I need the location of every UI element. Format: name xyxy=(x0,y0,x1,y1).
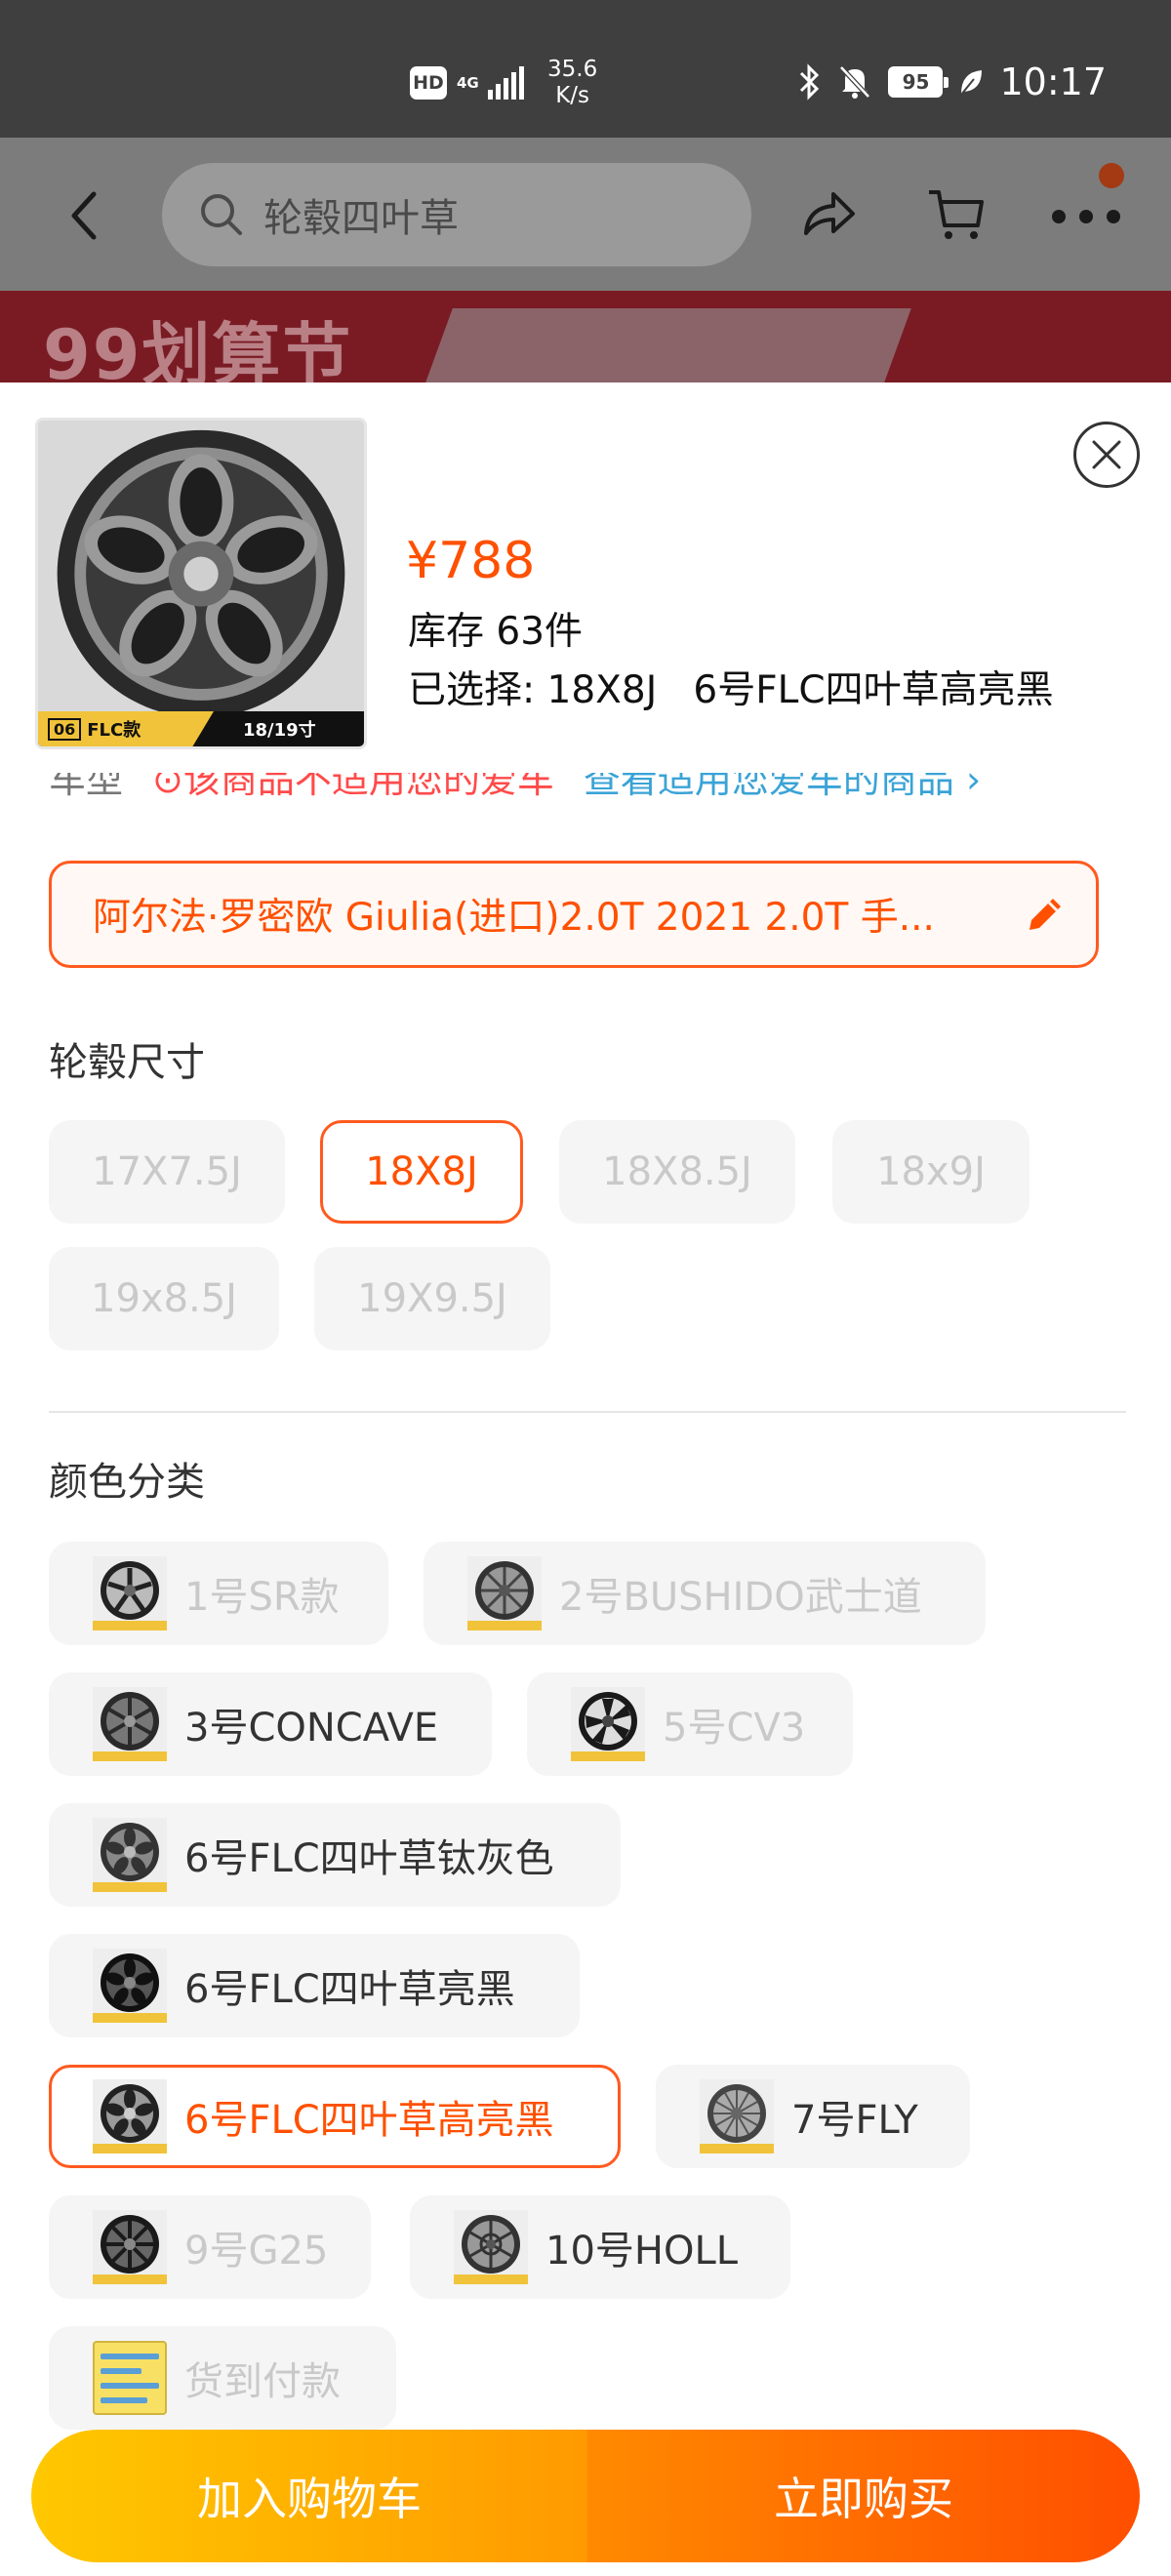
vehicle-selector[interactable]: 阿尔法·罗密欧 Giulia(进口)2.0T 2021 2.0T 手... xyxy=(49,861,1099,968)
thumbnail-tag: 06 xyxy=(48,717,82,741)
network-speed: 35.6 K/s xyxy=(547,57,597,109)
compatibility-label: 车型 xyxy=(49,773,124,801)
network-status: HD 4G 35.6 K/s xyxy=(410,57,597,109)
size-option-19x9.5j[interactable]: 19X9.5J xyxy=(314,1247,550,1350)
wheel-thumbnail-icon xyxy=(454,2210,528,2284)
cash-on-delivery-icon xyxy=(93,2341,167,2415)
compatible-products-link[interactable]: 查看适用您爱车的商品 › xyxy=(584,773,981,802)
network-speed-unit: K/s xyxy=(555,83,590,108)
color-option-label: 5号CV3 xyxy=(663,1706,806,1751)
wheel-thumbnail-icon xyxy=(93,2210,167,2284)
wheel-thumbnail-icon xyxy=(700,2079,774,2153)
color-option-label: 10号HOLL xyxy=(545,2229,739,2274)
color-option-9[interactable]: 9号G25 xyxy=(49,2195,371,2299)
search-bar[interactable]: 轮毂四叶草 xyxy=(162,163,751,266)
wheel-thumbnail-icon xyxy=(93,2079,167,2153)
network-speed-value: 35.6 xyxy=(547,57,598,82)
wheel-thumbnail-icon xyxy=(93,1687,167,1761)
color-option-2[interactable]: 2号BUSHIDO武士道 xyxy=(424,1542,986,1645)
bluetooth-icon xyxy=(800,63,820,101)
color-option-6-black[interactable]: 6号FLC四叶草亮黑 xyxy=(49,1934,580,2037)
status-bar: HD 4G 35.6 K/s 95 10:17 xyxy=(0,0,1171,138)
color-option-label: 1号SR款 xyxy=(184,1575,340,1620)
battery-icon: 95 xyxy=(888,66,949,98)
add-to-cart-button[interactable]: 加入购物车 xyxy=(31,2430,587,2562)
size-option-18x8j[interactable]: 18X8J xyxy=(320,1120,523,1224)
selected-sku: 已选择: 18X8J 6号FLC四叶草高亮黑 xyxy=(408,668,1054,712)
cart-icon[interactable] xyxy=(925,184,988,245)
thumbnail-caption: 06 FLC款 18/19寸 xyxy=(38,711,364,746)
close-button[interactable] xyxy=(1073,422,1140,488)
compatibility-row: 车型 ⊙该商品不适用您的爱车 查看适用您爱车的商品 › xyxy=(49,773,1171,802)
more-icon[interactable] xyxy=(1052,202,1120,231)
search-icon xyxy=(201,194,242,235)
notification-dot xyxy=(1099,163,1124,188)
product-thumbnail[interactable]: 06 FLC款 18/19寸 xyxy=(35,418,367,749)
color-option-7[interactable]: 7号FLY xyxy=(656,2065,970,2168)
color-option-label: 2号BUSHIDO武士道 xyxy=(559,1575,922,1620)
size-option-19x8.5j[interactable]: 19x8.5J xyxy=(49,1247,279,1350)
banner-decoration xyxy=(425,308,911,382)
clock: 10:17 xyxy=(999,60,1107,103)
color-option-label: 6号FLC四叶草钛灰色 xyxy=(184,1836,554,1881)
color-option-label: 7号FLY xyxy=(791,2098,918,2143)
color-option-label: 9号G25 xyxy=(184,2229,329,2274)
thumbnail-size: 18/19寸 xyxy=(243,720,316,741)
system-status: 95 10:17 xyxy=(798,60,1107,103)
network-type: 4G xyxy=(457,73,479,92)
color-option-label: 6号FLC四叶草高亮黑 xyxy=(184,2098,554,2143)
color-option-label: 3号CONCAVE xyxy=(184,1706,439,1751)
size-option-18x8.5j[interactable]: 18X8.5J xyxy=(559,1120,795,1224)
buy-now-button[interactable]: 立即购买 xyxy=(587,2430,1140,2562)
search-text: 轮毂四叶草 xyxy=(263,196,459,241)
stock-count: 库存 63件 xyxy=(408,610,584,654)
wheel-thumbnail-icon xyxy=(93,1818,167,1892)
color-section-title: 颜色分类 xyxy=(49,1460,205,1505)
size-option-18x9j[interactable]: 18x9J xyxy=(832,1120,1030,1224)
color-option-label: 货到付款 xyxy=(184,2359,341,2404)
promo-banner[interactable]: 99划算节 xyxy=(0,291,1171,382)
color-option-10[interactable]: 10号HOLL xyxy=(410,2195,790,2299)
edit-pencil-icon[interactable] xyxy=(1024,893,1067,936)
color-option-cod[interactable]: 货到付款 xyxy=(49,2326,396,2430)
compatibility-warning: ⊙该商品不适用您的爱车 xyxy=(152,773,554,801)
price: ¥788 xyxy=(406,532,536,590)
color-option-6-titanium[interactable]: 6号FLC四叶草钛灰色 xyxy=(49,1803,621,1907)
close-icon xyxy=(1092,440,1121,469)
section-divider xyxy=(49,1411,1126,1413)
size-section-title: 轮毂尺寸 xyxy=(49,1040,205,1085)
wheel-thumbnail-icon xyxy=(93,1556,167,1630)
back-arrow-icon[interactable] xyxy=(61,186,109,245)
signal-icon xyxy=(488,66,524,100)
wheel-image xyxy=(38,421,364,746)
hd-indicator: HD xyxy=(410,66,447,100)
size-option-17x7.5j[interactable]: 17X7.5J xyxy=(49,1120,285,1224)
color-option-3[interactable]: 3号CONCAVE xyxy=(49,1672,492,1776)
sku-selector-sheet: 06 FLC款 18/19寸 ¥788 库存 63件 已选择: 18X8J 6号F… xyxy=(0,382,1171,2576)
color-option-label: 6号FLC四叶草亮黑 xyxy=(184,1967,515,2012)
mute-bell-icon xyxy=(839,65,871,99)
color-option-6-gloss-black[interactable]: 6号FLC四叶草高亮黑 xyxy=(49,2065,621,2168)
wheel-thumbnail-icon xyxy=(467,1556,542,1630)
share-icon[interactable] xyxy=(798,184,859,245)
leaf-icon xyxy=(960,70,983,96)
color-option-5[interactable]: 5号CV3 xyxy=(527,1672,853,1776)
color-option-1[interactable]: 1号SR款 xyxy=(49,1542,388,1645)
wheel-thumbnail-icon xyxy=(571,1687,645,1761)
wheel-thumbnail-icon xyxy=(93,1949,167,2023)
promo-banner-text: 99划算节 xyxy=(43,315,353,382)
vehicle-name: 阿尔法·罗密欧 Giulia(进口)2.0T 2021 2.0T 手... xyxy=(93,896,935,940)
action-bar: 加入购物车 立即购买 xyxy=(31,2430,1140,2562)
thumbnail-model: FLC款 xyxy=(87,720,141,741)
page-header: 轮毂四叶草 xyxy=(0,138,1171,291)
